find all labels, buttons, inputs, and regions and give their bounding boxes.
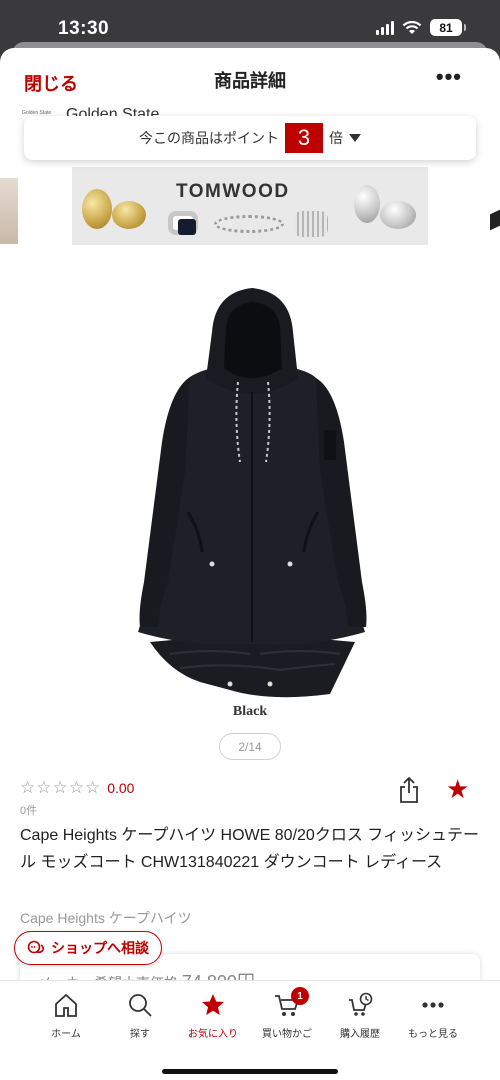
close-button[interactable]: 閉じる [24,70,78,96]
tab-cart[interactable]: 1 買い物かご [249,987,325,1040]
shop-consult-label: ショップへ相談 [51,940,149,956]
nav-bar: 閉じる 商品詳細 ••• [0,48,500,110]
product-title: Cape Heights ケープハイツ HOWE 80/20クロス フィッシュテ… [20,827,479,871]
silver-earring-image [354,185,380,223]
star-icon [202,994,224,1015]
status-indicators: 81 [376,19,466,36]
share-icon[interactable] [398,776,420,804]
points-prefix: 今この商品はポイント [139,130,279,146]
promo-banner[interactable]: TOMWOOD [72,167,428,245]
tab-label: ホーム [51,1029,81,1040]
tab-label: お気に入り [188,1029,238,1040]
page-title: 商品詳細 [214,71,286,91]
points-suffix: 倍 [329,130,343,146]
chat-icon [27,940,45,954]
rating-stars: ☆☆☆☆☆ [20,778,102,797]
carousel-prev-image [0,178,18,244]
signet-stone [178,219,196,235]
status-bar: 13:30 81 [0,0,500,46]
points-multiplier-badge: 3 [285,123,323,153]
product-detail-sheet: 閉じる 商品詳細 ••• Golden State Golden State T… [0,48,500,1080]
rating-value: 0.00 [107,780,135,796]
status-time: 13:30 [58,18,110,39]
tab-label: 探す [130,1029,150,1040]
home-indicator[interactable] [162,1069,338,1074]
rating-row[interactable]: ☆☆☆☆☆ 0.00 [20,778,134,798]
shop-consult-button[interactable]: ショップへ相談 [14,931,162,965]
gold-ring-image [112,201,146,229]
tab-label: 買い物かご [262,1029,312,1040]
image-counter: 2/14 [219,733,281,760]
tab-purchase-history[interactable]: 購入履歴 [322,991,398,1040]
silver-ring-image [380,201,416,229]
search-icon [129,994,152,1017]
points-banner[interactable]: 今この商品はポイント 3 倍 [24,116,476,160]
tab-favorites[interactable]: お気に入り [175,991,251,1040]
signal-icon [376,20,394,35]
tab-label: 購入履歴 [340,1029,380,1040]
color-label: Black [232,704,268,719]
band-ring-image [294,211,328,237]
carousel-next-image [490,209,500,231]
tab-search[interactable]: 探す [102,991,178,1040]
tab-more[interactable]: もっと見る [395,991,471,1040]
favorite-star-icon[interactable]: ★ [446,776,469,802]
brand-logo: TOMWOOD [176,181,290,202]
cart-badge: 1 [291,987,309,1005]
battery-icon: 81 [430,19,466,36]
home-icon [55,993,77,1017]
chain-bracelet-image [214,215,284,233]
brand-link[interactable]: Cape Heights ケープハイツ [20,908,192,928]
history-icon [349,992,373,1016]
tab-label: もっと見る [408,1029,458,1040]
more-options-button[interactable]: ••• [436,66,462,88]
product-image[interactable] [130,282,375,702]
chevron-down-icon [349,134,361,142]
gold-earring-image [82,189,112,229]
bottom-tab-bar: ホーム 探す お気に入り 1 買い物かご 購入履歴 もっと見る [0,980,500,1080]
tab-home[interactable]: ホーム [28,991,104,1040]
wifi-icon [402,20,422,34]
review-count[interactable]: 0件 [20,802,37,818]
more-icon [422,1002,444,1008]
